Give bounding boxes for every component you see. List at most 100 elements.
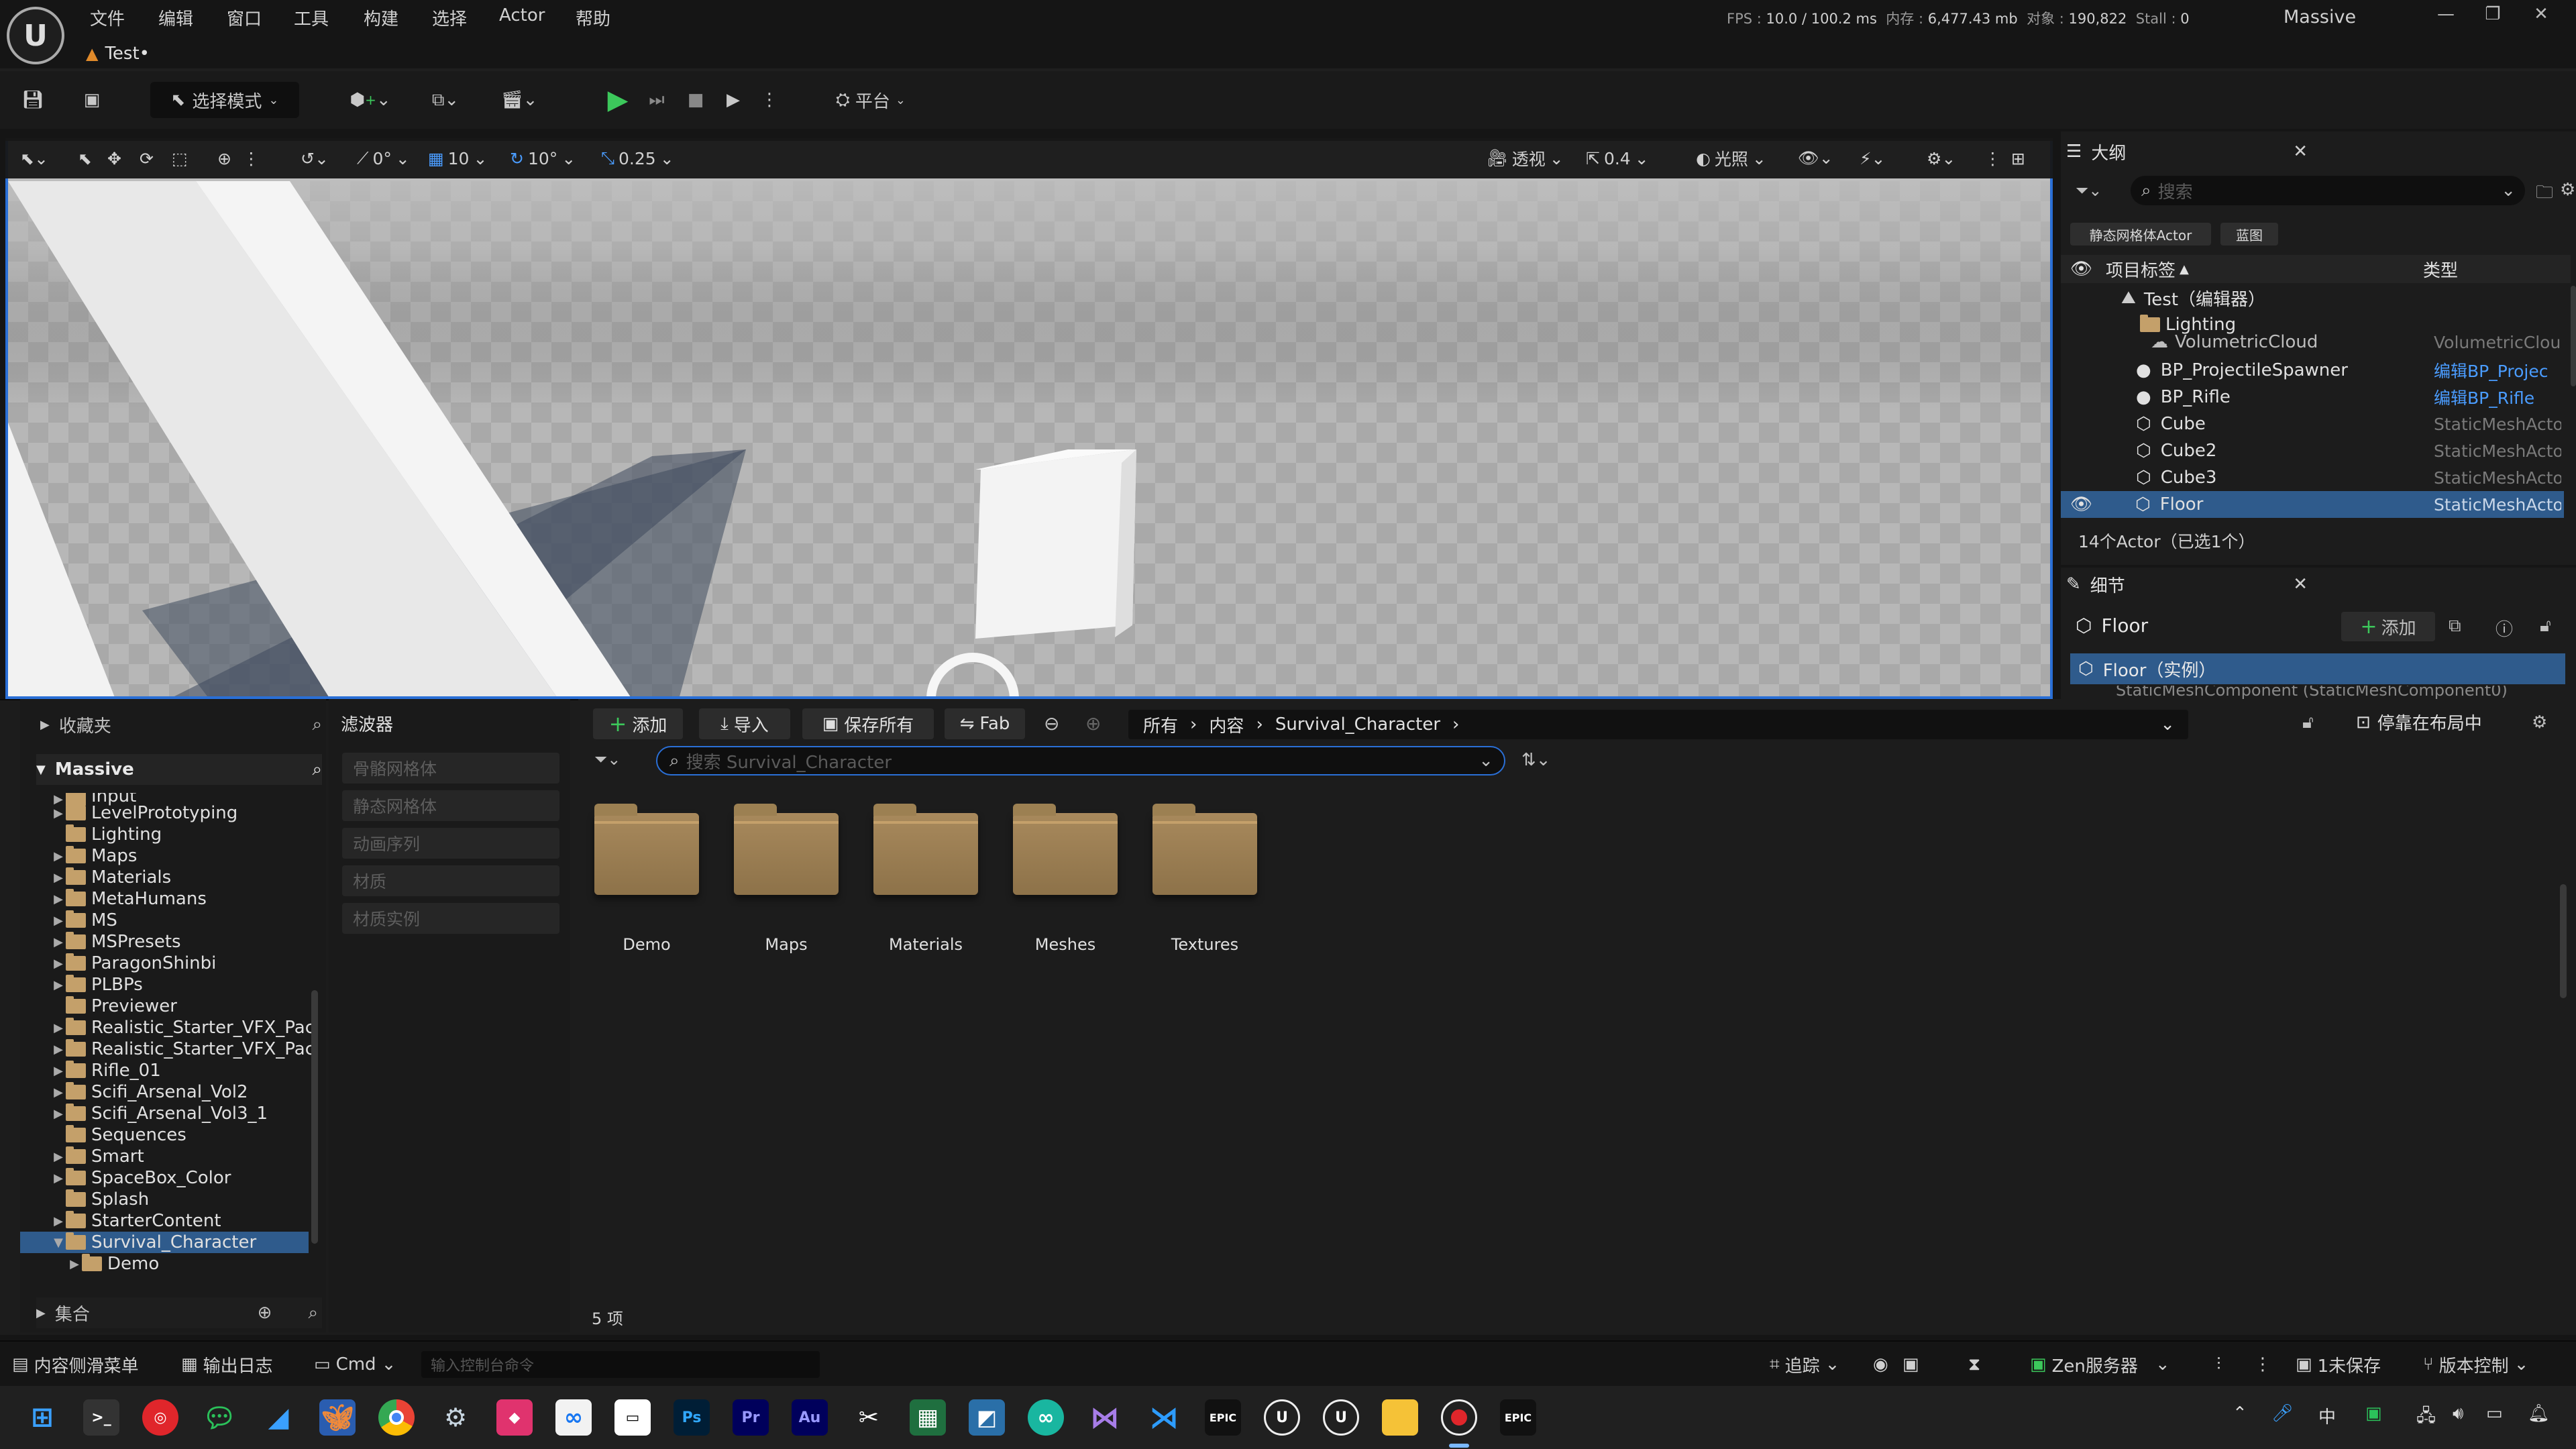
add-folder-icon[interactable]: 🗀︎: [2536, 180, 2553, 209]
play-icon[interactable]: ▶: [602, 85, 633, 115]
close-icon[interactable]: ✕: [2293, 142, 2308, 162]
menu-window[interactable]: 窗口: [227, 5, 262, 30]
network-icon[interactable]: 🖧︎: [2416, 1403, 2436, 1433]
menu-tools[interactable]: 工具: [294, 5, 329, 30]
outliner-row-floor[interactable]: 👁︎ ⬡ Floor StaticMeshActo: [2061, 491, 2564, 518]
epic-games-icon[interactable]: EPIC: [1205, 1399, 1241, 1436]
tree-folder[interactable]: ▶ Demo: [67, 1253, 315, 1275]
add-actor-icon[interactable]: ⬢ + ⌄: [345, 85, 396, 115]
asset-folder-meshes[interactable]: Meshes: [1005, 804, 1126, 954]
audition-icon[interactable]: Au: [792, 1399, 828, 1436]
content-drawer-button[interactable]: ▤ 内容侧滑菜单: [12, 1351, 139, 1378]
tree-folder[interactable]: ▶ MS: [51, 910, 315, 931]
breadcrumb-all[interactable]: 所有: [1143, 712, 1178, 737]
zen-server-dropdown[interactable]: ▣ Zen服务器 ⌄: [2030, 1351, 2170, 1378]
layout-icon[interactable]: ⊞: [2011, 145, 2025, 172]
help-icon[interactable]: ⓘ: [2496, 616, 2513, 641]
breadcrumb-content[interactable]: 内容: [1209, 712, 1244, 737]
tree-folder[interactable]: ▶ LevelPrototyping: [51, 802, 315, 824]
epic-launcher-icon[interactable]: EPIC: [1500, 1399, 1536, 1436]
stats-icon[interactable]: ⫶: [2216, 1351, 2221, 1378]
asset-folder-maps[interactable]: Maps: [726, 804, 847, 954]
chip-static-mesh[interactable]: 静态网格体Actor: [2070, 223, 2211, 246]
tree-folder[interactable]: ▶ MetaHumans: [51, 888, 315, 910]
netease-music-icon[interactable]: ◎: [142, 1399, 178, 1436]
camera-speed-dropdown[interactable]: ⇱ 0.4 ⌄: [1586, 145, 1649, 172]
outliner-tab[interactable]: ☰ 大纲 ✕: [2066, 131, 2308, 172]
import-button[interactable]: ⤓ 导入: [699, 708, 790, 739]
blueprint-convert-icon[interactable]: ⧉: [2449, 616, 2461, 637]
map-app-icon[interactable]: ◩: [969, 1399, 1005, 1436]
sort-icon[interactable]: ⇅⌄: [1521, 750, 1551, 770]
tree-folder[interactable]: ▶ StarterContent: [51, 1210, 315, 1232]
show-flags-icon[interactable]: 👁︎⌄: [1798, 145, 1833, 172]
file-explorer-icon[interactable]: [1382, 1399, 1418, 1436]
outliner-row-cube2[interactable]: ⬡ Cube2 StaticMeshActo: [2061, 437, 2564, 464]
level-tab[interactable]: ▲ Test•: [86, 39, 150, 68]
cmd-dropdown[interactable]: ▭ Cmd ⌄: [314, 1351, 396, 1378]
component-instance-row[interactable]: ⬡ Floor（实例）: [2070, 653, 2565, 684]
fab-button[interactable]: ⇋ Fab: [945, 708, 1025, 739]
butterfly-app-icon[interactable]: 🦋︎: [319, 1399, 356, 1436]
filter-material[interactable]: 材质: [342, 865, 559, 896]
photoshop-icon[interactable]: Ps: [674, 1399, 710, 1436]
windows-start-icon[interactable]: ⊞: [24, 1399, 60, 1436]
steam-icon[interactable]: ⚙: [437, 1399, 474, 1436]
level-viewport[interactable]: [5, 141, 2053, 699]
blueprint-icon[interactable]: ⧉⌄: [420, 85, 471, 115]
outliner-row-cube3[interactable]: ⬡ Cube3 StaticMeshActo: [2061, 464, 2564, 491]
stop-icon[interactable]: ■: [680, 85, 711, 115]
filter-icon[interactable]: ⏷⌄: [594, 750, 621, 769]
tree-folder[interactable]: ▶ Realistic_Starter_VFX_Pack: [51, 1017, 315, 1038]
filter-anim-sequence[interactable]: 动画序列: [342, 828, 559, 859]
gear-icon[interactable]: ⚙: [2560, 180, 2575, 200]
breadcrumb-survival[interactable]: Survival_Character: [1275, 714, 1440, 735]
menu-edit[interactable]: 编辑: [158, 5, 193, 30]
filter-skeletal-mesh[interactable]: 骨骼网格体: [342, 753, 559, 784]
record-icon[interactable]: ◉: [1873, 1351, 1888, 1378]
translate-icon[interactable]: ✥: [107, 145, 121, 172]
tree-folder[interactable]: ▶ Scifi_Arsenal_Vol2: [51, 1081, 315, 1103]
add-collection-icon[interactable]: ⊕: [258, 1303, 272, 1323]
notification-bell-icon[interactable]: 🔔︎: [2528, 1403, 2550, 1424]
save-all-button[interactable]: ▣ 保存所有: [802, 708, 934, 739]
transform-mode-icon[interactable]: ⬉⌄: [20, 145, 48, 172]
rotate-icon[interactable]: ⟳: [140, 145, 154, 172]
details-tab[interactable]: ✎ 细节 ✕: [2066, 568, 2308, 601]
tree-folder-selected[interactable]: ▼ Survival_Character: [20, 1232, 309, 1253]
rot-snap-toggle[interactable]: ⟋ 0° ⌄: [357, 145, 410, 172]
chrome-icon[interactable]: [378, 1399, 415, 1436]
tree-folder[interactable]: ▶ ParagonShinbi: [51, 953, 315, 974]
asset-search-input[interactable]: ⌕ 搜索 Survival_Character ⌄: [656, 746, 1505, 775]
calculator-icon[interactable]: ▦: [910, 1399, 946, 1436]
menu-build[interactable]: 构建: [364, 5, 398, 30]
tree-folder[interactable]: ▶ PLBPs: [51, 974, 315, 996]
media-app-icon[interactable]: ▭: [614, 1399, 651, 1436]
wechat-icon[interactable]: 💬︎: [201, 1399, 237, 1436]
tree-folder[interactable]: ▶ Scifi_Arsenal_Vol3_1: [51, 1103, 315, 1124]
meta-icon[interactable]: ∞: [555, 1399, 592, 1436]
col-type-header[interactable]: 类型: [2423, 257, 2458, 282]
menu-help[interactable]: 帮助: [576, 5, 610, 30]
outliner-scrollbar[interactable]: [2571, 286, 2576, 386]
ime-indicator[interactable]: 中: [2318, 1403, 2336, 1428]
lighting-dropdown[interactable]: ◐ 光照 ⌄: [1696, 145, 1766, 172]
forward-icon[interactable]: ⊕: [1085, 712, 1101, 735]
root-folder-header[interactable]: ▼ Massive ⌕: [36, 754, 322, 785]
collections-header[interactable]: ▶ 集合 ⊕ ⌕: [36, 1297, 322, 1328]
step-icon[interactable]: ⏭︎: [641, 85, 672, 115]
volume-icon[interactable]: 🔊︎: [2453, 1403, 2463, 1424]
output-log-button[interactable]: ▦ 输出日志: [181, 1351, 273, 1378]
filter-static-mesh[interactable]: 静态网格体: [342, 790, 559, 821]
edit-blueprint-link[interactable]: 编辑BP_Rifle: [2434, 385, 2561, 409]
tree-folder[interactable]: ▶ Maps: [51, 845, 315, 867]
tree-folder[interactable]: Previewer: [51, 996, 315, 1017]
premiere-icon[interactable]: Pr: [733, 1399, 769, 1436]
outliner-row-level[interactable]: ⛰︎ Test（编辑器）: [2061, 284, 2564, 311]
asset-folder-materials[interactable]: Materials: [865, 804, 986, 954]
filter-material-instance[interactable]: 材质实例: [342, 903, 559, 934]
tree-folder[interactable]: ▶ SpaceBox_Color: [51, 1167, 315, 1189]
outliner-row-projectile-spawner[interactable]: ● BP_ProjectileSpawner 编辑BP_Projec: [2061, 357, 2564, 384]
unreal-editor-icon[interactable]: U: [1323, 1399, 1359, 1436]
asset-folder-demo[interactable]: Demo: [586, 804, 707, 954]
